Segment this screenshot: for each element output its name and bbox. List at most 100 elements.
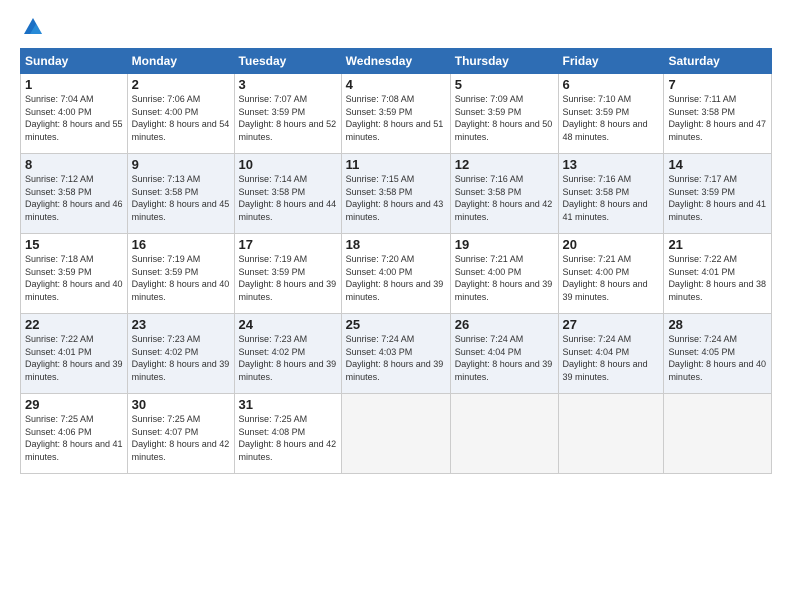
header-friday: Friday [558, 49, 664, 74]
calendar-cell: 22Sunrise: 7:22 AMSunset: 4:01 PMDayligh… [21, 314, 128, 394]
calendar-cell: 1Sunrise: 7:04 AMSunset: 4:00 PMDaylight… [21, 74, 128, 154]
calendar-cell: 12Sunrise: 7:16 AMSunset: 3:58 PMDayligh… [450, 154, 558, 234]
day-number: 29 [25, 397, 123, 412]
day-info: Sunrise: 7:11 AMSunset: 3:58 PMDaylight:… [668, 93, 767, 143]
day-info: Sunrise: 7:19 AMSunset: 3:59 PMDaylight:… [239, 253, 337, 303]
week-row-3: 15Sunrise: 7:18 AMSunset: 3:59 PMDayligh… [21, 234, 772, 314]
day-number: 8 [25, 157, 123, 172]
day-info: Sunrise: 7:24 AMSunset: 4:04 PMDaylight:… [455, 333, 554, 383]
day-number: 23 [132, 317, 230, 332]
calendar-table: SundayMondayTuesdayWednesdayThursdayFrid… [20, 48, 772, 474]
day-number: 25 [346, 317, 446, 332]
calendar-cell: 16Sunrise: 7:19 AMSunset: 3:59 PMDayligh… [127, 234, 234, 314]
day-number: 14 [668, 157, 767, 172]
day-info: Sunrise: 7:23 AMSunset: 4:02 PMDaylight:… [239, 333, 337, 383]
day-info: Sunrise: 7:25 AMSunset: 4:08 PMDaylight:… [239, 413, 337, 463]
day-number: 12 [455, 157, 554, 172]
header-wednesday: Wednesday [341, 49, 450, 74]
day-info: Sunrise: 7:16 AMSunset: 3:58 PMDaylight:… [563, 173, 660, 223]
calendar-cell: 31Sunrise: 7:25 AMSunset: 4:08 PMDayligh… [234, 394, 341, 474]
day-info: Sunrise: 7:04 AMSunset: 4:00 PMDaylight:… [25, 93, 123, 143]
calendar-cell: 5Sunrise: 7:09 AMSunset: 3:59 PMDaylight… [450, 74, 558, 154]
day-number: 7 [668, 77, 767, 92]
day-number: 6 [563, 77, 660, 92]
calendar-cell: 24Sunrise: 7:23 AMSunset: 4:02 PMDayligh… [234, 314, 341, 394]
day-number: 15 [25, 237, 123, 252]
day-number: 19 [455, 237, 554, 252]
calendar-cell: 6Sunrise: 7:10 AMSunset: 3:59 PMDaylight… [558, 74, 664, 154]
calendar-cell: 14Sunrise: 7:17 AMSunset: 3:59 PMDayligh… [664, 154, 772, 234]
day-info: Sunrise: 7:13 AMSunset: 3:58 PMDaylight:… [132, 173, 230, 223]
calendar-cell: 21Sunrise: 7:22 AMSunset: 4:01 PMDayligh… [664, 234, 772, 314]
day-number: 22 [25, 317, 123, 332]
day-info: Sunrise: 7:10 AMSunset: 3:59 PMDaylight:… [563, 93, 660, 143]
day-info: Sunrise: 7:08 AMSunset: 3:59 PMDaylight:… [346, 93, 446, 143]
day-info: Sunrise: 7:12 AMSunset: 3:58 PMDaylight:… [25, 173, 123, 223]
day-info: Sunrise: 7:18 AMSunset: 3:59 PMDaylight:… [25, 253, 123, 303]
day-number: 24 [239, 317, 337, 332]
day-number: 17 [239, 237, 337, 252]
day-info: Sunrise: 7:24 AMSunset: 4:04 PMDaylight:… [563, 333, 660, 383]
calendar-cell: 10Sunrise: 7:14 AMSunset: 3:58 PMDayligh… [234, 154, 341, 234]
logo [20, 16, 44, 38]
day-number: 27 [563, 317, 660, 332]
day-number: 10 [239, 157, 337, 172]
day-info: Sunrise: 7:23 AMSunset: 4:02 PMDaylight:… [132, 333, 230, 383]
day-number: 31 [239, 397, 337, 412]
week-row-2: 8Sunrise: 7:12 AMSunset: 3:58 PMDaylight… [21, 154, 772, 234]
day-info: Sunrise: 7:19 AMSunset: 3:59 PMDaylight:… [132, 253, 230, 303]
calendar-cell: 18Sunrise: 7:20 AMSunset: 4:00 PMDayligh… [341, 234, 450, 314]
day-number: 30 [132, 397, 230, 412]
calendar-cell: 17Sunrise: 7:19 AMSunset: 3:59 PMDayligh… [234, 234, 341, 314]
day-number: 16 [132, 237, 230, 252]
day-number: 11 [346, 157, 446, 172]
header-thursday: Thursday [450, 49, 558, 74]
header-saturday: Saturday [664, 49, 772, 74]
day-number: 5 [455, 77, 554, 92]
day-info: Sunrise: 7:22 AMSunset: 4:01 PMDaylight:… [668, 253, 767, 303]
calendar-cell [558, 394, 664, 474]
calendar-cell: 11Sunrise: 7:15 AMSunset: 3:58 PMDayligh… [341, 154, 450, 234]
day-info: Sunrise: 7:24 AMSunset: 4:03 PMDaylight:… [346, 333, 446, 383]
day-number: 28 [668, 317, 767, 332]
logo-icon [22, 16, 44, 38]
calendar-cell: 29Sunrise: 7:25 AMSunset: 4:06 PMDayligh… [21, 394, 128, 474]
day-info: Sunrise: 7:15 AMSunset: 3:58 PMDaylight:… [346, 173, 446, 223]
calendar-cell: 15Sunrise: 7:18 AMSunset: 3:59 PMDayligh… [21, 234, 128, 314]
week-row-5: 29Sunrise: 7:25 AMSunset: 4:06 PMDayligh… [21, 394, 772, 474]
day-info: Sunrise: 7:14 AMSunset: 3:58 PMDaylight:… [239, 173, 337, 223]
header-tuesday: Tuesday [234, 49, 341, 74]
day-info: Sunrise: 7:24 AMSunset: 4:05 PMDaylight:… [668, 333, 767, 383]
day-number: 3 [239, 77, 337, 92]
day-info: Sunrise: 7:16 AMSunset: 3:58 PMDaylight:… [455, 173, 554, 223]
calendar-cell [341, 394, 450, 474]
day-number: 18 [346, 237, 446, 252]
calendar-cell: 25Sunrise: 7:24 AMSunset: 4:03 PMDayligh… [341, 314, 450, 394]
calendar-cell [450, 394, 558, 474]
calendar-cell: 23Sunrise: 7:23 AMSunset: 4:02 PMDayligh… [127, 314, 234, 394]
calendar-cell: 26Sunrise: 7:24 AMSunset: 4:04 PMDayligh… [450, 314, 558, 394]
day-number: 21 [668, 237, 767, 252]
calendar-cell: 8Sunrise: 7:12 AMSunset: 3:58 PMDaylight… [21, 154, 128, 234]
day-info: Sunrise: 7:21 AMSunset: 4:00 PMDaylight:… [455, 253, 554, 303]
calendar-cell: 30Sunrise: 7:25 AMSunset: 4:07 PMDayligh… [127, 394, 234, 474]
header [20, 16, 772, 38]
day-number: 4 [346, 77, 446, 92]
calendar-header-row: SundayMondayTuesdayWednesdayThursdayFrid… [21, 49, 772, 74]
calendar-cell: 19Sunrise: 7:21 AMSunset: 4:00 PMDayligh… [450, 234, 558, 314]
header-sunday: Sunday [21, 49, 128, 74]
day-number: 13 [563, 157, 660, 172]
week-row-4: 22Sunrise: 7:22 AMSunset: 4:01 PMDayligh… [21, 314, 772, 394]
day-info: Sunrise: 7:17 AMSunset: 3:59 PMDaylight:… [668, 173, 767, 223]
day-number: 9 [132, 157, 230, 172]
calendar-cell: 2Sunrise: 7:06 AMSunset: 4:00 PMDaylight… [127, 74, 234, 154]
calendar-cell: 3Sunrise: 7:07 AMSunset: 3:59 PMDaylight… [234, 74, 341, 154]
calendar-cell: 13Sunrise: 7:16 AMSunset: 3:58 PMDayligh… [558, 154, 664, 234]
day-number: 1 [25, 77, 123, 92]
day-info: Sunrise: 7:06 AMSunset: 4:00 PMDaylight:… [132, 93, 230, 143]
calendar-cell: 28Sunrise: 7:24 AMSunset: 4:05 PMDayligh… [664, 314, 772, 394]
calendar-cell: 9Sunrise: 7:13 AMSunset: 3:58 PMDaylight… [127, 154, 234, 234]
day-info: Sunrise: 7:20 AMSunset: 4:00 PMDaylight:… [346, 253, 446, 303]
calendar-cell: 20Sunrise: 7:21 AMSunset: 4:00 PMDayligh… [558, 234, 664, 314]
header-monday: Monday [127, 49, 234, 74]
